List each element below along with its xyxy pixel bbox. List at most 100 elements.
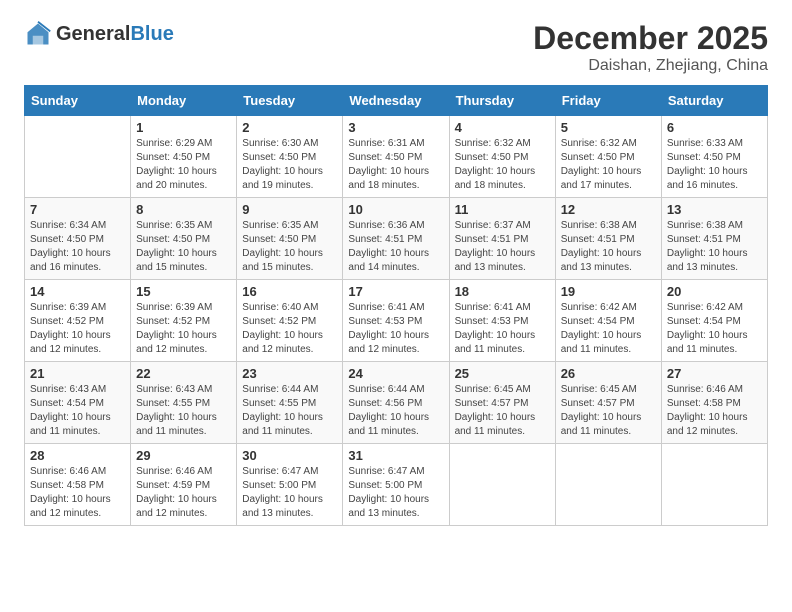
day-number: 3 xyxy=(348,120,443,135)
day-info: Sunrise: 6:35 AM Sunset: 4:50 PM Dayligh… xyxy=(136,219,231,275)
day-number: 12 xyxy=(561,202,656,217)
calendar-cell: 10Sunrise: 6:36 AM Sunset: 4:51 PM Dayli… xyxy=(343,198,449,280)
day-info: Sunrise: 6:29 AM Sunset: 4:50 PM Dayligh… xyxy=(136,137,231,193)
calendar-header-row: SundayMondayTuesdayWednesdayThursdayFrid… xyxy=(25,86,768,116)
day-info: Sunrise: 6:33 AM Sunset: 4:50 PM Dayligh… xyxy=(667,137,762,193)
day-number: 1 xyxy=(136,120,231,135)
calendar-cell xyxy=(661,444,767,526)
day-number: 22 xyxy=(136,366,231,381)
day-info: Sunrise: 6:39 AM Sunset: 4:52 PM Dayligh… xyxy=(136,301,231,357)
day-number: 24 xyxy=(348,366,443,381)
day-info: Sunrise: 6:41 AM Sunset: 4:53 PM Dayligh… xyxy=(348,301,443,357)
day-info: Sunrise: 6:45 AM Sunset: 4:57 PM Dayligh… xyxy=(455,383,550,439)
day-info: Sunrise: 6:38 AM Sunset: 4:51 PM Dayligh… xyxy=(667,219,762,275)
day-info: Sunrise: 6:47 AM Sunset: 5:00 PM Dayligh… xyxy=(348,465,443,521)
day-info: Sunrise: 6:32 AM Sunset: 4:50 PM Dayligh… xyxy=(455,137,550,193)
calendar-cell: 14 Sunrise: 6:39 AM Sunset: 4:52 PM Dayli… xyxy=(25,280,131,362)
logo-general-text: General xyxy=(56,23,130,45)
title-block: December 2025 Daishan, Zhejiang, China xyxy=(533,20,768,75)
calendar-cell: 13 Sunrise: 6:38 AM Sunset: 4:51 PM Dayli… xyxy=(661,198,767,280)
day-info: Sunrise: 6:43 AM Sunset: 4:55 PM Dayligh… xyxy=(136,383,231,439)
month-title: December 2025 xyxy=(533,20,768,57)
calendar-table: SundayMondayTuesdayWednesdayThursdayFrid… xyxy=(24,85,768,526)
day-number: 20 xyxy=(667,284,762,299)
week-row-1: 7 Sunrise: 6:34 AM Sunset: 4:50 PM Daylig… xyxy=(25,198,768,280)
column-header-sunday: Sunday xyxy=(25,86,131,116)
week-row-2: 14 Sunrise: 6:39 AM Sunset: 4:52 PM Dayli… xyxy=(25,280,768,362)
day-info: Sunrise: 6:45 AM Sunset: 4:57 PM Dayligh… xyxy=(561,383,656,439)
day-number: 11 xyxy=(455,202,550,217)
week-row-4: 28 Sunrise: 6:46 AM Sunset: 4:58 PM Dayli… xyxy=(25,444,768,526)
calendar-cell: 16 Sunrise: 6:40 AM Sunset: 4:52 PM Dayli… xyxy=(237,280,343,362)
calendar-cell: 9 Sunrise: 6:35 AM Sunset: 4:50 PM Daylig… xyxy=(237,198,343,280)
day-info: Sunrise: 6:34 AM Sunset: 4:50 PM Dayligh… xyxy=(30,219,125,275)
day-number: 28 xyxy=(30,448,125,463)
day-number: 7 xyxy=(30,202,125,217)
calendar-cell: 12 Sunrise: 6:38 AM Sunset: 4:51 PM Dayli… xyxy=(555,198,661,280)
calendar-cell: 28 Sunrise: 6:46 AM Sunset: 4:58 PM Dayli… xyxy=(25,444,131,526)
day-number: 23 xyxy=(242,366,337,381)
calendar-cell: 26 Sunrise: 6:45 AM Sunset: 4:57 PM Dayli… xyxy=(555,362,661,444)
day-info: Sunrise: 6:40 AM Sunset: 4:52 PM Dayligh… xyxy=(242,301,337,357)
day-number: 25 xyxy=(455,366,550,381)
day-info: Sunrise: 6:38 AM Sunset: 4:51 PM Dayligh… xyxy=(561,219,656,275)
calendar-cell: 15 Sunrise: 6:39 AM Sunset: 4:52 PM Dayli… xyxy=(131,280,237,362)
day-number: 2 xyxy=(242,120,337,135)
logo-blue-text: Blue xyxy=(130,23,173,45)
calendar-cell: 21Sunrise: 6:43 AM Sunset: 4:54 PM Dayli… xyxy=(25,362,131,444)
logo-icon xyxy=(24,20,52,48)
week-row-3: 21Sunrise: 6:43 AM Sunset: 4:54 PM Dayli… xyxy=(25,362,768,444)
column-header-saturday: Saturday xyxy=(661,86,767,116)
day-number: 27 xyxy=(667,366,762,381)
location-title: Daishan, Zhejiang, China xyxy=(533,57,768,75)
calendar-cell: 2 Sunrise: 6:30 AM Sunset: 4:50 PM Daylig… xyxy=(237,116,343,198)
calendar-cell: 3 Sunrise: 6:31 AM Sunset: 4:50 PM Daylig… xyxy=(343,116,449,198)
day-number: 9 xyxy=(242,202,337,217)
calendar-cell: 11 Sunrise: 6:37 AM Sunset: 4:51 PM Dayli… xyxy=(449,198,555,280)
calendar-cell: 7 Sunrise: 6:34 AM Sunset: 4:50 PM Daylig… xyxy=(25,198,131,280)
calendar-cell: 17Sunrise: 6:41 AM Sunset: 4:53 PM Dayli… xyxy=(343,280,449,362)
day-number: 15 xyxy=(136,284,231,299)
day-number: 8 xyxy=(136,202,231,217)
calendar-cell: 19Sunrise: 6:42 AM Sunset: 4:54 PM Dayli… xyxy=(555,280,661,362)
day-info: Sunrise: 6:42 AM Sunset: 4:54 PM Dayligh… xyxy=(667,301,762,357)
calendar-cell: 24 Sunrise: 6:44 AM Sunset: 4:56 PM Dayli… xyxy=(343,362,449,444)
day-info: Sunrise: 6:46 AM Sunset: 4:59 PM Dayligh… xyxy=(136,465,231,521)
day-number: 13 xyxy=(667,202,762,217)
calendar-cell: 30 Sunrise: 6:47 AM Sunset: 5:00 PM Dayli… xyxy=(237,444,343,526)
day-number: 18 xyxy=(455,284,550,299)
calendar-cell: 29 Sunrise: 6:46 AM Sunset: 4:59 PM Dayli… xyxy=(131,444,237,526)
day-info: Sunrise: 6:37 AM Sunset: 4:51 PM Dayligh… xyxy=(455,219,550,275)
column-header-friday: Friday xyxy=(555,86,661,116)
logo: GeneralBlue xyxy=(24,20,174,48)
calendar-cell: 4Sunrise: 6:32 AM Sunset: 4:50 PM Daylig… xyxy=(449,116,555,198)
day-info: Sunrise: 6:31 AM Sunset: 4:50 PM Dayligh… xyxy=(348,137,443,193)
day-number: 16 xyxy=(242,284,337,299)
day-info: Sunrise: 6:46 AM Sunset: 4:58 PM Dayligh… xyxy=(30,465,125,521)
calendar-cell: 20 Sunrise: 6:42 AM Sunset: 4:54 PM Dayli… xyxy=(661,280,767,362)
day-number: 14 xyxy=(30,284,125,299)
calendar-cell: 18 Sunrise: 6:41 AM Sunset: 4:53 PM Dayli… xyxy=(449,280,555,362)
page-header: GeneralBlue December 2025 Daishan, Zheji… xyxy=(24,20,768,75)
day-info: Sunrise: 6:41 AM Sunset: 4:53 PM Dayligh… xyxy=(455,301,550,357)
calendar-cell xyxy=(449,444,555,526)
calendar-cell: 5 Sunrise: 6:32 AM Sunset: 4:50 PM Daylig… xyxy=(555,116,661,198)
calendar-cell: 1 Sunrise: 6:29 AM Sunset: 4:50 PM Daylig… xyxy=(131,116,237,198)
day-number: 5 xyxy=(561,120,656,135)
calendar-cell: 27Sunrise: 6:46 AM Sunset: 4:58 PM Dayli… xyxy=(661,362,767,444)
day-info: Sunrise: 6:44 AM Sunset: 4:56 PM Dayligh… xyxy=(348,383,443,439)
column-header-wednesday: Wednesday xyxy=(343,86,449,116)
day-info: Sunrise: 6:32 AM Sunset: 4:50 PM Dayligh… xyxy=(561,137,656,193)
day-number: 30 xyxy=(242,448,337,463)
day-info: Sunrise: 6:30 AM Sunset: 4:50 PM Dayligh… xyxy=(242,137,337,193)
day-info: Sunrise: 6:39 AM Sunset: 4:52 PM Dayligh… xyxy=(30,301,125,357)
day-info: Sunrise: 6:43 AM Sunset: 4:54 PM Dayligh… xyxy=(30,383,125,439)
day-info: Sunrise: 6:35 AM Sunset: 4:50 PM Dayligh… xyxy=(242,219,337,275)
day-number: 29 xyxy=(136,448,231,463)
column-header-monday: Monday xyxy=(131,86,237,116)
day-info: Sunrise: 6:47 AM Sunset: 5:00 PM Dayligh… xyxy=(242,465,337,521)
day-number: 10 xyxy=(348,202,443,217)
column-header-thursday: Thursday xyxy=(449,86,555,116)
day-number: 26 xyxy=(561,366,656,381)
day-info: Sunrise: 6:42 AM Sunset: 4:54 PM Dayligh… xyxy=(561,301,656,357)
